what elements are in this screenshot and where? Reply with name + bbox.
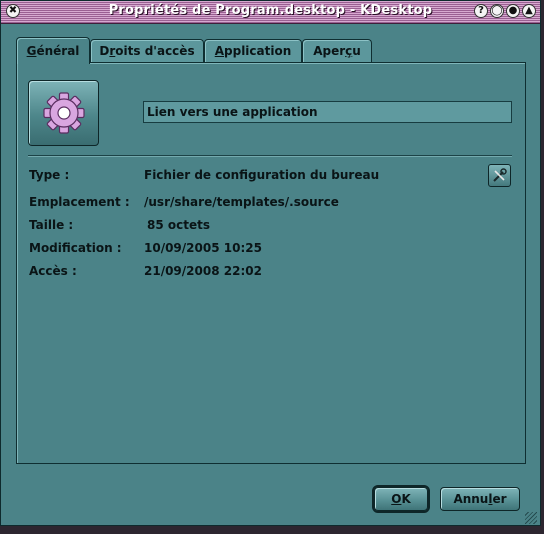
name-input[interactable]: Lien vers une application [143, 101, 512, 123]
tab-access-rights-label: Droits d'accès [99, 44, 195, 58]
modified-label: Modification : [29, 241, 122, 255]
tab-preview[interactable]: Aperçu [302, 39, 372, 62]
location-value: /usr/share/templates/.source [144, 195, 339, 209]
size-value: 85 octets [147, 218, 210, 232]
minimize-icon[interactable]: ● [506, 4, 520, 18]
maximize-icon[interactable]: ◯ [490, 4, 504, 18]
window-title: Propriétés de Program.desktop - KDesktop [108, 3, 433, 18]
gear-icon [43, 92, 85, 134]
type-label: Type : [29, 168, 70, 182]
properties-dialog: ✖ Propriétés de Program.desktop - KDeskt… [0, 0, 541, 526]
close-icon[interactable]: ▲ [522, 4, 536, 18]
resize-grip[interactable] [525, 512, 537, 524]
title-bar[interactable]: ✖ Propriétés de Program.desktop - KDeskt… [1, 1, 540, 24]
location-label: Emplacement : [29, 195, 130, 209]
size-label: Taille : [29, 218, 74, 232]
accessed-value: 21/09/2008 22:02 [144, 264, 262, 278]
tab-general-label: Général [26, 44, 80, 58]
type-value: Fichier de configuration du bureau [144, 168, 380, 182]
accessed-label: Accès : [29, 264, 77, 278]
edit-file-type-button[interactable] [488, 164, 511, 187]
tab-preview-label: Aperçu [313, 44, 361, 58]
ok-button[interactable]: OK [372, 485, 430, 513]
cancel-button[interactable]: Annu l er [440, 487, 520, 511]
tab-access-rights[interactable]: Droits d'accès [90, 39, 204, 62]
tab-application-label: Application [214, 44, 292, 58]
tab-general[interactable]: Général [16, 37, 90, 64]
tab-application[interactable]: Application [204, 39, 302, 62]
help-icon[interactable]: ? [474, 4, 488, 18]
modified-value: 10/09/2005 10:25 [144, 241, 262, 255]
separator [28, 155, 512, 157]
icon-chooser-button[interactable] [28, 80, 99, 146]
tools-icon [493, 168, 507, 182]
